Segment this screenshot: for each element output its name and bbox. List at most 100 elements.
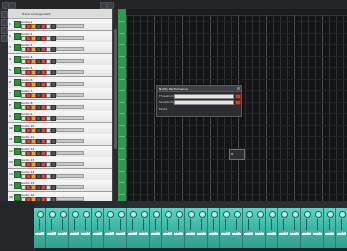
channel-fader[interactable] <box>62 219 64 230</box>
mixer-channel-strip[interactable]: Audio 26 <box>324 208 336 248</box>
pan-knob[interactable] <box>327 211 334 218</box>
channel-fader[interactable] <box>247 219 249 230</box>
timeline-ruler[interactable] <box>126 9 347 16</box>
mixer-channel-strip[interactable]: Audio 20 <box>254 208 267 248</box>
pan-knob[interactable] <box>245 211 253 218</box>
arrangement-ruler[interactable] <box>118 9 126 201</box>
mixer-channel-strip[interactable]: Audio 15 <box>196 208 209 248</box>
pan-knob[interactable] <box>234 211 242 218</box>
mixer-channel-strip[interactable]: Audio 19 <box>242 208 255 248</box>
track-enable-checkbox[interactable] <box>14 159 21 166</box>
pan-knob[interactable] <box>280 211 288 218</box>
threshold-field[interactable] <box>174 94 234 99</box>
mixer-channel-strip[interactable]: Audio 1 <box>34 208 46 248</box>
channel-fader[interactable] <box>155 219 156 230</box>
channel-fader[interactable] <box>85 219 87 230</box>
pan-knob[interactable] <box>83 211 91 218</box>
pan-knob[interactable] <box>257 211 265 218</box>
track-row[interactable]: 5 Audio 5 <box>8 65 112 77</box>
channel-fader[interactable] <box>189 219 191 230</box>
track-enable-checkbox[interactable] <box>14 44 21 51</box>
channel-fader[interactable] <box>282 219 284 230</box>
track-enable-checkbox[interactable] <box>14 67 21 74</box>
pan-knob[interactable] <box>48 211 56 218</box>
mixer-channel-strip[interactable]: Audio 16 <box>208 208 220 248</box>
pan-knob[interactable] <box>222 211 230 218</box>
mixer-channel-strip[interactable]: Audio 12 <box>161 208 174 248</box>
mixer-channel-strip[interactable]: Audio 24 <box>300 208 313 248</box>
track-row[interactable]: 13 Audio 13 <box>8 157 112 169</box>
channel-fader[interactable] <box>317 219 319 230</box>
pan-knob[interactable] <box>141 211 149 218</box>
track-enable-checkbox[interactable] <box>14 90 21 97</box>
channel-fader[interactable] <box>305 219 307 230</box>
channel-fader[interactable] <box>294 219 296 230</box>
close-icon[interactable] <box>237 87 240 90</box>
track-row[interactable]: 15 Audio 15 <box>8 180 112 192</box>
channel-fader[interactable] <box>340 219 342 230</box>
mixer-channel-strip[interactable]: Audio 10 <box>138 208 151 248</box>
pan-knob[interactable] <box>37 211 44 218</box>
pan-knob[interactable] <box>211 211 218 218</box>
mixer-channel-strip[interactable]: Audio 13 <box>173 208 186 248</box>
channel-fader[interactable] <box>73 219 75 230</box>
channel-fader[interactable] <box>143 219 145 230</box>
erase-tool-icon[interactable] <box>1 27 8 34</box>
track-enable-checkbox[interactable] <box>14 136 21 143</box>
track-row[interactable]: 7 Audio 7 <box>8 88 112 100</box>
pan-knob[interactable] <box>338 211 346 218</box>
track-enable-checkbox[interactable] <box>14 193 21 201</box>
channel-fader[interactable] <box>39 219 40 230</box>
toolbar-button[interactable] <box>100 2 107 9</box>
track-enable-checkbox[interactable] <box>14 32 21 40</box>
track-enable-checkbox[interactable] <box>14 147 21 155</box>
mixer-channel-strip[interactable]: Audio 2 <box>45 208 58 248</box>
track-enable-checkbox[interactable] <box>14 55 21 63</box>
channel-fader[interactable] <box>224 219 226 230</box>
track-row[interactable]: 9 Audio 9 <box>8 111 112 123</box>
pan-knob[interactable] <box>199 211 207 218</box>
track-row[interactable]: 4 Audio 4 <box>8 53 112 66</box>
track-enable-checkbox[interactable] <box>14 101 21 109</box>
pan-knob[interactable] <box>164 211 172 218</box>
mixer-channel-strip[interactable]: Audio 23 <box>289 208 302 248</box>
mixer-channel-strip[interactable]: Audio 17 <box>219 208 232 248</box>
pan-knob[interactable] <box>292 211 300 218</box>
pan-knob[interactable] <box>60 211 68 218</box>
channel-fader[interactable] <box>97 219 98 230</box>
pencil-tool-icon[interactable] <box>1 19 8 26</box>
track-row[interactable]: 2 Audio 2 <box>8 30 112 43</box>
pan-knob[interactable] <box>269 211 276 218</box>
mixer-channel-strip[interactable]: Audio 8 <box>115 208 128 248</box>
channel-fader[interactable] <box>50 219 52 230</box>
mixer-channel-strip[interactable]: Audio 27 <box>335 208 347 248</box>
threshold-button[interactable] <box>235 94 241 99</box>
mixer-channel-strip[interactable]: Audio 22 <box>277 208 290 248</box>
track-row[interactable]: 14 Audio 14 <box>8 168 112 181</box>
toolbar-button[interactable] <box>107 2 114 9</box>
channel-fader[interactable] <box>259 219 261 230</box>
track-row[interactable]: 10 Audio 10 <box>8 122 112 135</box>
select-tool-icon[interactable] <box>1 11 8 18</box>
track-enable-checkbox[interactable] <box>14 78 21 86</box>
channel-fader[interactable] <box>271 219 272 230</box>
channel-fader[interactable] <box>236 219 238 230</box>
pan-knob[interactable] <box>129 211 137 218</box>
mixer-channel-strip[interactable]: Audio 21 <box>266 208 278 248</box>
channel-fader[interactable] <box>201 219 203 230</box>
pan-knob[interactable] <box>95 211 102 218</box>
sensitivity-field[interactable] <box>174 100 234 105</box>
mixer-channel-strip[interactable]: Audio 6 <box>92 208 104 248</box>
pan-knob[interactable] <box>315 211 323 218</box>
pan-knob[interactable] <box>106 211 114 218</box>
pan-knob[interactable] <box>187 211 195 218</box>
channel-fader[interactable] <box>166 219 168 230</box>
mixer-channel-strip[interactable]: Audio 18 <box>231 208 244 248</box>
track-row[interactable]: 1 Audio 1 <box>8 19 112 31</box>
track-row[interactable]: 11 Audio 11 <box>8 134 112 146</box>
toolbar-button[interactable] <box>9 2 16 9</box>
mixer-channel-strip[interactable]: Audio 4 <box>68 208 81 248</box>
channel-fader[interactable] <box>213 219 214 230</box>
channel-fader[interactable] <box>108 219 110 230</box>
scroll-thumb[interactable] <box>114 29 117 149</box>
